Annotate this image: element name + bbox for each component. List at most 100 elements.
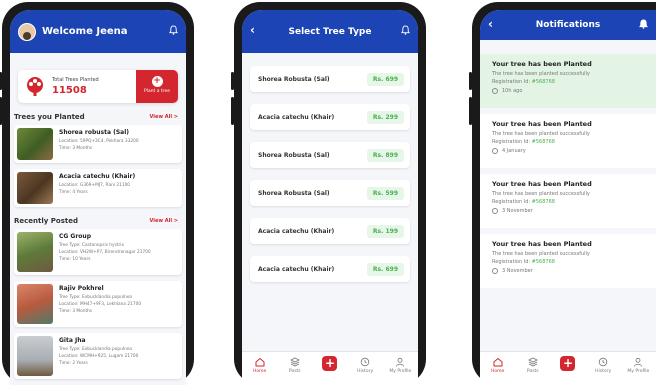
- phone-home: Welcome Jeena Total Trees Planted 11508 …: [0, 2, 194, 385]
- notification-title: Your tree has been Planted: [492, 120, 592, 128]
- tree-photo: [17, 128, 53, 160]
- notification-item[interactable]: Your tree has been Planted The tree has …: [480, 234, 656, 288]
- nav-label: Home: [252, 369, 267, 374]
- notification-desc: The tree has been planted successfully: [492, 131, 590, 137]
- tree-photo: [17, 172, 53, 204]
- plus-icon: +: [322, 356, 338, 371]
- tree-option[interactable]: Shorea Robusta (Sal) Rs. 599: [250, 178, 410, 208]
- bottom-nav: Home Posts + History My Profile: [480, 351, 656, 385]
- notification-desc: The tree has been planted successfully: [492, 251, 590, 257]
- notification-title: Your tree has been Planted: [492, 180, 592, 188]
- tree-option[interactable]: Shorea Robusta (Sal) Rs. 699: [250, 64, 410, 94]
- tree-type: Tree Type: Castanopsis hystrix: [59, 243, 124, 248]
- notification-title: Your tree has been Planted: [492, 240, 592, 248]
- bell-icon[interactable]: [639, 19, 648, 29]
- poster-name: Gita Jha: [59, 337, 86, 344]
- select-tree-screen: ‹ Select Tree Type Shorea Robusta (Sal) R…: [242, 10, 418, 385]
- tree-option[interactable]: Shorea Robusta (Sal) Rs. 899: [250, 140, 410, 170]
- clock-icon: [492, 148, 498, 154]
- nav-profile[interactable]: My Profile: [385, 357, 415, 374]
- recent-post-item[interactable]: Rajiv Pokhrel Tree Type: Exbucklandia po…: [14, 281, 182, 327]
- nav-add[interactable]: +: [315, 356, 345, 371]
- phone-side-button: [231, 97, 234, 125]
- view-all-link[interactable]: View All >: [150, 218, 178, 224]
- registration-id: #568768: [531, 139, 555, 145]
- home-header: Welcome Jeena: [10, 10, 186, 53]
- tree-option[interactable]: Acacia catechu (Khair) Rs. 199: [250, 216, 410, 246]
- nav-home[interactable]: Home: [245, 357, 275, 374]
- nav-label: My Profile: [389, 369, 412, 374]
- tree-option[interactable]: Acacia catechu (Khair) Rs. 299: [250, 102, 410, 132]
- tree-location: Location: G369+MJ7, Rani 21100: [59, 183, 131, 188]
- registration-label: Registration Id:: [492, 199, 532, 205]
- notification-item[interactable]: Your tree has been Planted The tree has …: [480, 54, 656, 108]
- post-location: Location: VH2W+P7, Birendranagar 21700: [59, 250, 151, 255]
- planted-item[interactable]: Shorea robusta (Sal) Location: 59PQ+3C4,…: [14, 125, 182, 163]
- tree-time: Time: 3 Months: [59, 146, 93, 151]
- nav-posts[interactable]: Posts: [518, 357, 548, 374]
- tree-option-price: Rs. 699: [366, 72, 404, 86]
- plant-tree-button[interactable]: + Plant a tree: [136, 70, 178, 103]
- layers-icon: [527, 357, 538, 367]
- tree-type: Tree Type: Exbucklandia populnea: [59, 347, 133, 352]
- tree-option-price: Rs. 899: [366, 148, 404, 162]
- planted-item[interactable]: Acacia catechu (Khair) Location: G369+MJ…: [14, 169, 182, 207]
- notification-item[interactable]: Your tree has been Planted The tree has …: [480, 114, 656, 168]
- tree-option-name: Acacia catechu (Khair): [258, 113, 335, 121]
- bell-icon[interactable]: [169, 25, 178, 35]
- tree-logo-icon: [27, 77, 43, 96]
- poster-name: Rajiv Pokhrel: [59, 285, 104, 292]
- nav-label: Posts: [526, 369, 539, 374]
- tree-type: Tree Type: Exbucklandia populnea: [59, 295, 133, 300]
- notification-time: 3 November: [502, 208, 533, 214]
- notification-item[interactable]: Your tree has been Planted The tree has …: [480, 174, 656, 228]
- select-tree-header: ‹ Select Tree Type: [242, 10, 418, 53]
- tree-option-name: Acacia catechu (Khair): [258, 265, 335, 273]
- notification-time: 3 November: [502, 268, 533, 274]
- view-all-link[interactable]: View All >: [150, 114, 178, 120]
- notification-desc: The tree has been planted successfully: [492, 191, 590, 197]
- registration-label: Registration Id:: [492, 259, 532, 265]
- plus-icon: +: [560, 356, 576, 371]
- tree-time: Time: 4 Years: [59, 190, 88, 195]
- phone-side-button: [0, 97, 2, 125]
- clock-icon: [492, 208, 498, 214]
- tree-name: Acacia catechu (Khair): [59, 173, 136, 180]
- phone-side-button: [469, 72, 472, 90]
- registration-id: #568768: [531, 259, 555, 265]
- total-trees-label: Total Trees Planted: [52, 77, 99, 83]
- nav-profile[interactable]: My Profile: [623, 357, 653, 374]
- recent-post-item[interactable]: CG Group Tree Type: Castanopsis hystrix …: [14, 229, 182, 275]
- nav-label: Posts: [288, 369, 301, 374]
- avatar[interactable]: [18, 22, 36, 41]
- notifications-screen: ‹ Notifications Your tree has been Plant…: [480, 10, 656, 385]
- recent-post-item[interactable]: Gita Jha Tree Type: Exbucklandia populne…: [14, 333, 182, 379]
- nav-home[interactable]: Home: [483, 357, 513, 374]
- post-time: Time: 2 Years: [59, 361, 88, 366]
- page-title: Notifications: [535, 20, 601, 30]
- tree-option-price: Rs. 699: [366, 262, 404, 276]
- history-icon: [598, 357, 608, 367]
- nav-history[interactable]: History: [588, 357, 618, 374]
- home-screen: Welcome Jeena Total Trees Planted 11508 …: [10, 10, 186, 385]
- bell-icon[interactable]: [401, 25, 410, 35]
- home-icon: [255, 357, 265, 367]
- post-time: Time: 10 Years: [59, 257, 91, 262]
- post-location: Location: MH47+9F3, Lekhlana 21700: [59, 302, 142, 307]
- page-title: Select Tree Type: [288, 26, 372, 37]
- notifications-header: ‹ Notifications: [480, 10, 656, 40]
- nav-add[interactable]: +: [553, 356, 583, 371]
- nav-history[interactable]: History: [350, 357, 380, 374]
- nav-posts[interactable]: Posts: [280, 357, 310, 374]
- history-icon: [360, 357, 370, 367]
- welcome-title: Welcome Jeena: [42, 26, 128, 37]
- post-photo: [17, 336, 53, 376]
- plus-icon: +: [151, 76, 163, 87]
- post-photo: [17, 232, 53, 272]
- user-icon: [396, 357, 405, 367]
- total-trees-card: Total Trees Planted 11508 + Plant a tree: [18, 70, 178, 103]
- tree-option[interactable]: Acacia catechu (Khair) Rs. 699: [250, 254, 410, 284]
- section-title: Recently Posted: [14, 217, 78, 225]
- recent-section-header: Recently Posted View All >: [14, 217, 178, 225]
- post-location: Location: WCMH+925, Lugam 21700: [59, 354, 139, 359]
